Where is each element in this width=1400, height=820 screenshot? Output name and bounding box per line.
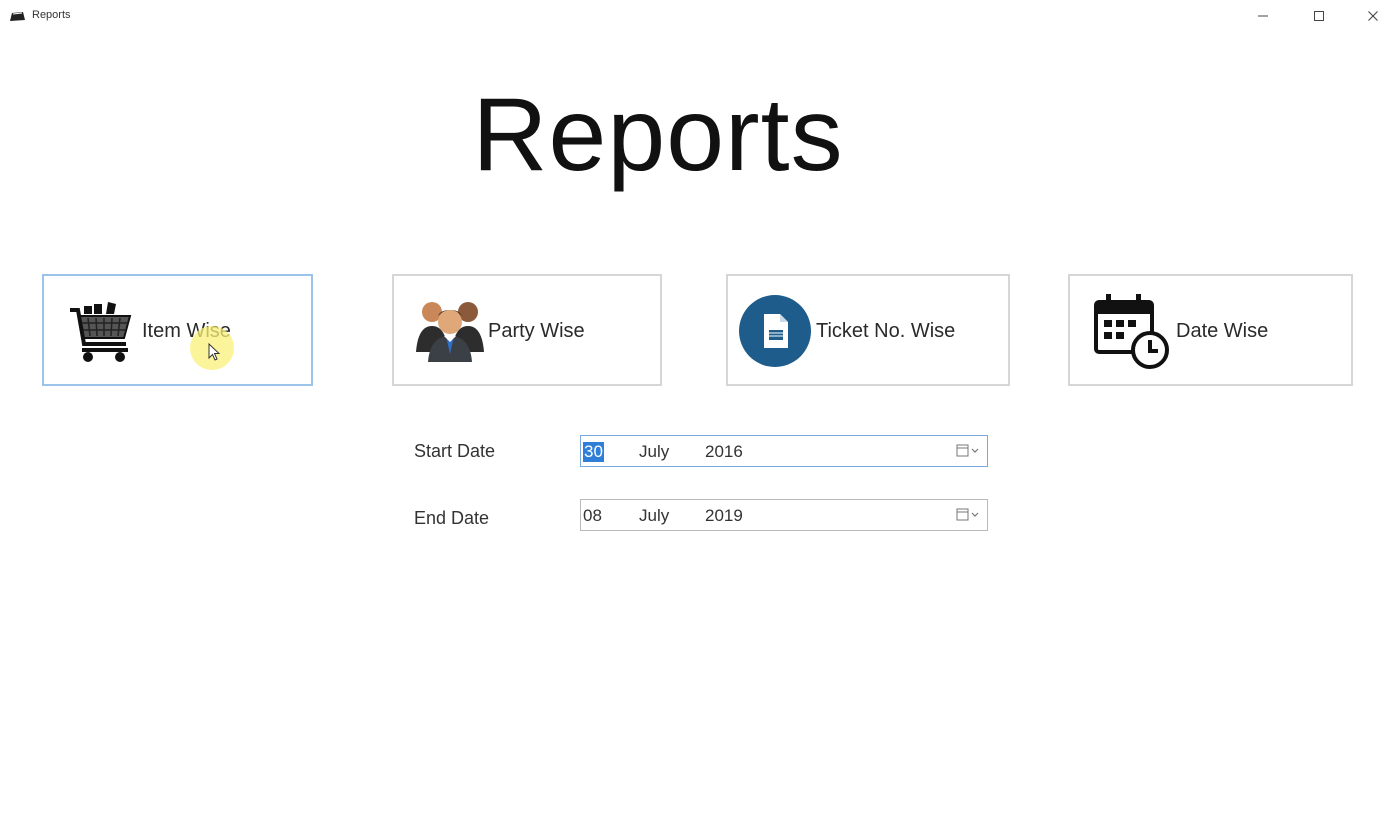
item-wise-label: Item Wise: [142, 320, 231, 342]
maximize-button[interactable]: [1296, 0, 1342, 32]
start-date-picker[interactable]: 30 July 2016: [580, 435, 988, 467]
party-wise-button[interactable]: Party Wise: [392, 274, 662, 386]
page-title: Reports: [472, 77, 844, 193]
item-wise-button[interactable]: Item Wise: [42, 274, 313, 386]
ticket-no-wise-button[interactable]: Ticket No. Wise: [726, 274, 1010, 386]
calendar-dropdown-icon: [956, 508, 979, 521]
party-wise-label: Party Wise: [488, 320, 585, 342]
people-group-icon: [416, 302, 484, 362]
end-date-dropdown-button[interactable]: [955, 506, 981, 524]
document-circle-icon: [739, 295, 811, 367]
reports-window: Reports Reports Item Wise Party Wise Tic…: [0, 0, 1400, 820]
app-icon: [10, 12, 25, 21]
date-wise-button[interactable]: Date Wise: [1068, 274, 1353, 386]
start-date-label: Start Date: [414, 441, 496, 461]
calendar-dropdown-icon: [956, 444, 979, 457]
start-date-dropdown-button[interactable]: [955, 442, 981, 460]
start-date-month[interactable]: July: [639, 442, 669, 462]
start-date-year[interactable]: 2016: [705, 442, 743, 462]
end-date-year[interactable]: 2019: [705, 506, 743, 526]
start-date-day[interactable]: 30: [583, 442, 604, 462]
minimize-icon: [1258, 15, 1268, 17]
date-wise-label: Date Wise: [1176, 320, 1269, 342]
end-date-picker[interactable]: 08 July 2019: [580, 499, 988, 531]
title-bar[interactable]: Reports: [0, 0, 1400, 32]
maximize-icon: [1314, 11, 1324, 21]
end-date-month[interactable]: July: [639, 506, 669, 526]
calendar-clock-icon: [1094, 294, 1169, 369]
minimize-button[interactable]: [1240, 0, 1286, 32]
close-icon: [1368, 11, 1378, 21]
close-button[interactable]: [1350, 0, 1396, 32]
ticket-no-wise-label: Ticket No. Wise: [816, 320, 956, 342]
end-date-label: End Date: [414, 508, 490, 528]
window-title: Reports: [32, 9, 71, 21]
shopping-cart-icon: [70, 302, 132, 362]
end-date-day[interactable]: 08: [583, 506, 602, 526]
